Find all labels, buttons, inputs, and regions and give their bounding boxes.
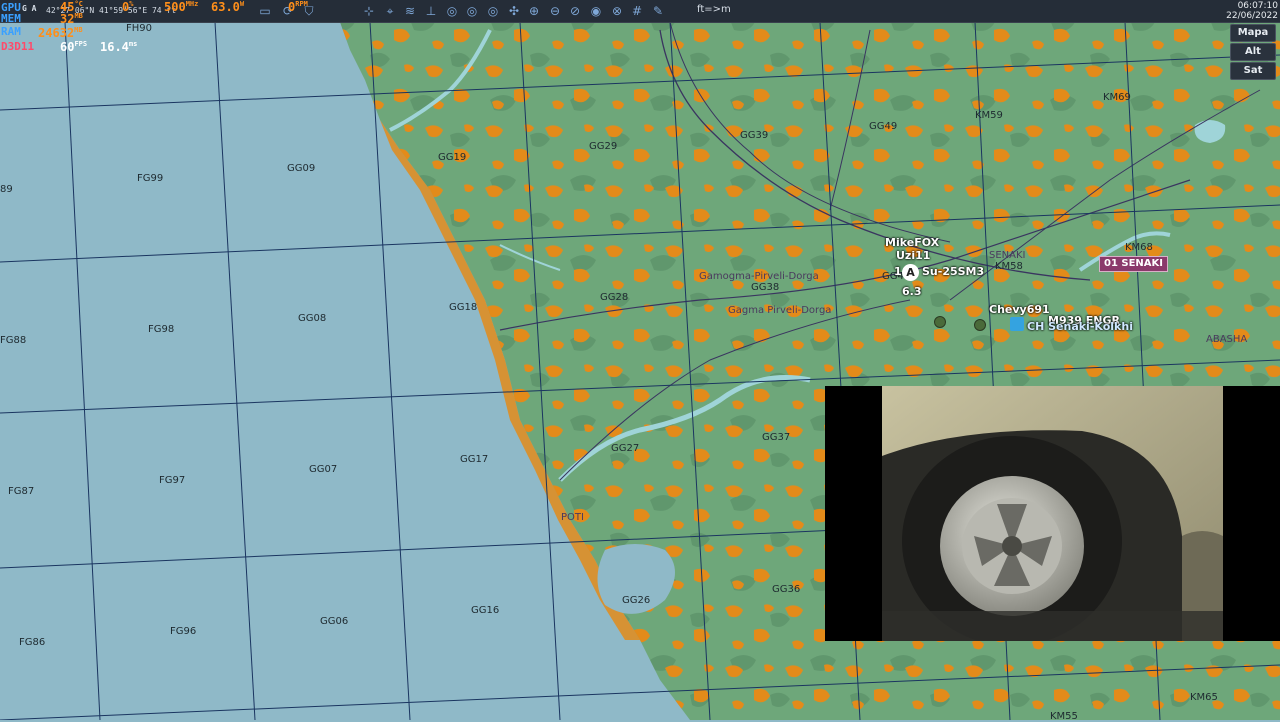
map-type-button-sat[interactable]: Sat — [1230, 62, 1276, 80]
grid-label: FG96 — [170, 626, 197, 637]
grid-label: KM55 — [1050, 711, 1078, 722]
grid-label: GG16 — [471, 605, 500, 616]
flight-name-label: MikeFOX — [885, 236, 940, 249]
coords-prefix: G A — [22, 4, 37, 13]
grid-label: FG88 — [0, 335, 27, 346]
layer2-icon[interactable]: ◎ — [464, 3, 480, 19]
grid-label: GG29 — [589, 141, 618, 152]
grid-label: KM59 — [975, 110, 1003, 121]
callsign-label: Uzi11 — [896, 249, 931, 262]
grid-label: FG97 — [159, 475, 186, 486]
grid-label: GG39 — [740, 130, 769, 141]
aircraft-speed-label: 6.3 — [902, 285, 922, 298]
grid-label: GG19 — [438, 152, 467, 163]
mem-value: 32MB — [60, 12, 83, 26]
layer3-icon[interactable]: ◎ — [485, 3, 501, 19]
zoom-out-icon[interactable]: ⊖ — [547, 3, 563, 19]
town-label: ABASHA — [1206, 334, 1248, 345]
grid-label: GG36 — [772, 584, 801, 595]
grid-label: GG27 — [611, 443, 640, 454]
grid-label: GG17 — [460, 454, 489, 465]
town-label: POTI — [561, 512, 584, 523]
units-toggle-button[interactable]: ft=>m — [697, 4, 731, 15]
grid-label: KM69 — [1103, 92, 1131, 103]
map-type-button-alt[interactable]: Alt — [1230, 43, 1276, 61]
grid-label: GG06 — [320, 616, 349, 627]
clock: 06:07:10 22/06/2022 — [1226, 1, 1278, 21]
grid-label: KM68 — [1125, 242, 1153, 253]
gpu-fan: 0RPM — [288, 0, 308, 14]
grid-icon[interactable]: # — [629, 3, 645, 19]
ruler-icon[interactable]: ⊥ — [423, 3, 439, 19]
grid-label: GG26 — [622, 595, 651, 606]
grid-label: KM65 — [1190, 692, 1218, 703]
mem-label: MEM — [1, 12, 21, 25]
ram-value: 24632MB — [38, 26, 83, 40]
map-type-button-mapa[interactable]: Mapa — [1230, 24, 1276, 42]
grid-label: GG28 — [600, 292, 629, 303]
unit-icon[interactable] — [974, 319, 986, 331]
grid-label: 89 — [0, 184, 13, 195]
globe-icon[interactable]: ⊗ — [609, 3, 625, 19]
zoom-in-icon[interactable]: ⊕ — [526, 3, 542, 19]
gpu-load: 0% — [122, 0, 134, 14]
grid-label: FH90 — [126, 23, 152, 34]
grid-label: GG08 — [298, 313, 327, 324]
screen-icon[interactable]: ▭ — [257, 3, 273, 19]
grid-label: GG49 — [869, 121, 898, 132]
airbase-label[interactable]: CH Senaki-Kolkhi — [1027, 320, 1133, 333]
ram-label: RAM — [1, 25, 21, 38]
clock-time: 06:07:10 — [1237, 1, 1278, 11]
ground-unit-label: Chevy691 — [989, 303, 1050, 316]
video-frame-image — [882, 386, 1223, 641]
wifi-icon[interactable]: ≋ — [402, 3, 418, 19]
grid-label: FG87 — [8, 486, 35, 497]
airbase-tag-badge[interactable]: 01 SENAKI — [1099, 256, 1169, 272]
grid-label: GG18 — [449, 302, 478, 313]
target-icon[interactable]: ⊹ — [361, 3, 377, 19]
airbase-icon[interactable] — [1010, 317, 1024, 331]
aircraft-index-label: 1 — [894, 265, 902, 278]
grid-label: FG99 — [137, 173, 164, 184]
grid-label: GG38 — [751, 282, 780, 293]
layer1-icon[interactable]: ◎ — [444, 3, 460, 19]
gps-icon[interactable]: ⌖ — [382, 3, 398, 19]
town-label: Gamogma-Pirveli-Dorga — [699, 271, 819, 282]
grid-label: GG07 — [309, 464, 338, 475]
aircraft-type-label: Su-25SM3 — [922, 265, 985, 278]
gpu-clock: 500MHz — [164, 0, 199, 14]
unit-icon[interactable] — [934, 316, 946, 328]
frametime-value: 16.4ms — [100, 40, 138, 54]
fps-value: 60FPS — [60, 40, 88, 54]
clock-date: 22/06/2022 — [1226, 11, 1278, 21]
aircraft-marker-icon[interactable]: A — [902, 264, 919, 281]
town-label: Gagma Pirveli-Dorga — [728, 305, 832, 316]
grid-label: GG09 — [287, 163, 316, 174]
grid-label: FG86 — [19, 637, 46, 648]
api-label: D3D11 — [1, 40, 35, 53]
radar-icon[interactable]: ◉ — [588, 3, 604, 19]
layer4-icon[interactable]: ✣ — [506, 3, 522, 19]
grid-label: GG37 — [762, 432, 791, 443]
gpu-power: 63.0W — [211, 0, 245, 14]
town-label: SENAKI — [989, 250, 1026, 261]
zoom-reset-icon[interactable]: ⊘ — [567, 3, 583, 19]
grid-label: KM58 — [995, 261, 1023, 272]
grid-label: FG98 — [148, 324, 175, 335]
video-overlay[interactable] — [825, 386, 1280, 641]
pen-icon[interactable]: ✎ — [650, 3, 666, 19]
